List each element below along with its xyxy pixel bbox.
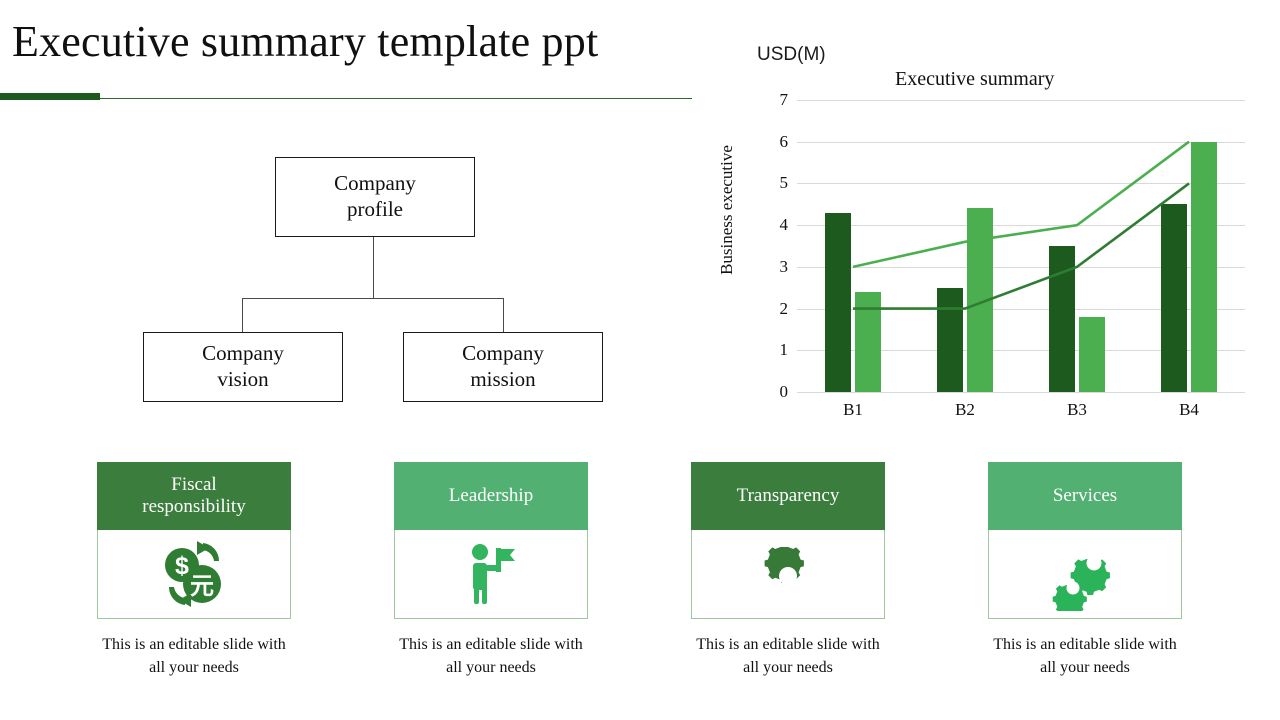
chart-unit-label: USD(M) xyxy=(757,44,826,65)
card-leadership-body xyxy=(394,530,588,619)
connector-horizontal xyxy=(242,298,504,300)
card-services-title: Services xyxy=(1052,485,1118,507)
card-transparency[interactable]: Transparency This is an editable slide w… xyxy=(691,462,885,679)
card-services-body xyxy=(988,530,1182,619)
org-node-company-vision-line1: Company xyxy=(202,341,284,366)
chart-y-axis-label: Business executive xyxy=(717,145,736,275)
card-fiscal-responsibility-header: Fiscal responsibility xyxy=(97,462,291,530)
chart-bar xyxy=(855,291,881,392)
card-services-header: Services xyxy=(988,462,1182,530)
slide-canvas: Executive summary template ppt Company p… xyxy=(0,0,1280,720)
chart-bar xyxy=(1191,141,1217,392)
card-leadership-title: Leadership xyxy=(448,485,534,507)
card-leadership-caption: This is an editable slide with all your … xyxy=(399,636,583,677)
org-node-company-mission-line2: mission xyxy=(470,367,536,391)
currency-exchange-icon: $ 元 xyxy=(165,541,221,607)
chart-y-tick-label: 4 xyxy=(779,215,789,235)
connector-vertical-left xyxy=(242,298,244,333)
chart-bar xyxy=(1049,246,1075,392)
chart-y-tick-label: 3 xyxy=(779,256,789,276)
chart-x-tick-label: B3 xyxy=(1067,400,1087,419)
card-fiscal-responsibility-title-line2: responsibility xyxy=(142,496,246,517)
double-gear-icon xyxy=(1052,555,1110,611)
feature-cards: Fiscal responsibility $ 元 This is an edi… xyxy=(0,462,1280,712)
title-underline-accent xyxy=(0,93,100,100)
card-services[interactable]: Services This is an editable slide with … xyxy=(988,462,1182,679)
card-fiscal-responsibility-title-line1: Fiscal xyxy=(171,474,217,496)
chart-bar xyxy=(1161,204,1187,392)
chart-y-tick-label: 0 xyxy=(779,382,789,401)
chart-plot-area: 7 6 5 4 3 2 1 0 B1 B2 B3 B4 xyxy=(760,90,1245,422)
gear-icon xyxy=(764,547,804,585)
chart-y-tick-label: 1 xyxy=(779,340,789,360)
card-fiscal-responsibility-body: $ 元 xyxy=(97,530,291,619)
org-node-company-profile-line1: Company xyxy=(334,171,416,196)
svg-text:$: $ xyxy=(175,552,189,580)
connector-vertical-right xyxy=(503,298,505,333)
card-transparency-header: Transparency xyxy=(691,462,885,530)
chart-y-tick-label: 7 xyxy=(779,90,789,109)
chart-bar xyxy=(1079,316,1105,392)
title-underline-thin xyxy=(0,98,692,99)
card-transparency-title: Transparency xyxy=(736,485,840,507)
connector-vertical-top xyxy=(373,235,375,298)
org-node-company-mission-line1: Company xyxy=(462,341,544,366)
chart-bar xyxy=(967,208,993,392)
chart-bars xyxy=(797,100,1245,392)
chart-y-tick-label: 2 xyxy=(779,298,789,318)
executive-summary-chart: USD(M) Executive summary Business execut… xyxy=(700,30,1270,430)
page-title: Executive summary template ppt xyxy=(12,17,599,66)
org-node-company-vision[interactable]: Company vision xyxy=(143,332,343,402)
chart-y-tick-label: 5 xyxy=(779,173,789,193)
card-services-caption: This is an editable slide with all your … xyxy=(993,636,1177,677)
card-fiscal-responsibility-caption: This is an editable slide with all your … xyxy=(102,636,286,677)
card-fiscal-responsibility[interactable]: Fiscal responsibility $ 元 This is an edi… xyxy=(97,462,291,679)
org-node-company-mission[interactable]: Company mission xyxy=(403,332,603,402)
org-node-company-profile[interactable]: Company profile xyxy=(275,157,475,237)
svg-text:元: 元 xyxy=(190,573,214,600)
person-with-flag-icon xyxy=(472,544,515,604)
chart-x-tick-label: B2 xyxy=(955,400,975,419)
card-transparency-body xyxy=(691,530,885,619)
org-chart: Company profile Company vision Company m… xyxy=(140,150,610,420)
chart-bar xyxy=(937,287,963,392)
card-transparency-caption: This is an editable slide with all your … xyxy=(696,636,880,677)
card-leadership[interactable]: Leadership This is an editable slide wit… xyxy=(394,462,588,679)
card-leadership-header: Leadership xyxy=(394,462,588,530)
org-node-company-vision-line2: vision xyxy=(217,367,269,391)
chart-gridline xyxy=(797,392,1245,393)
chart-x-tick-label: B4 xyxy=(1179,400,1199,419)
chart-title: Executive summary xyxy=(895,68,1055,90)
chart-y-tick-label: 6 xyxy=(779,131,789,151)
chart-bar xyxy=(825,212,851,392)
chart-x-tick-label: B1 xyxy=(843,400,863,419)
org-node-company-profile-line2: profile xyxy=(347,197,403,221)
